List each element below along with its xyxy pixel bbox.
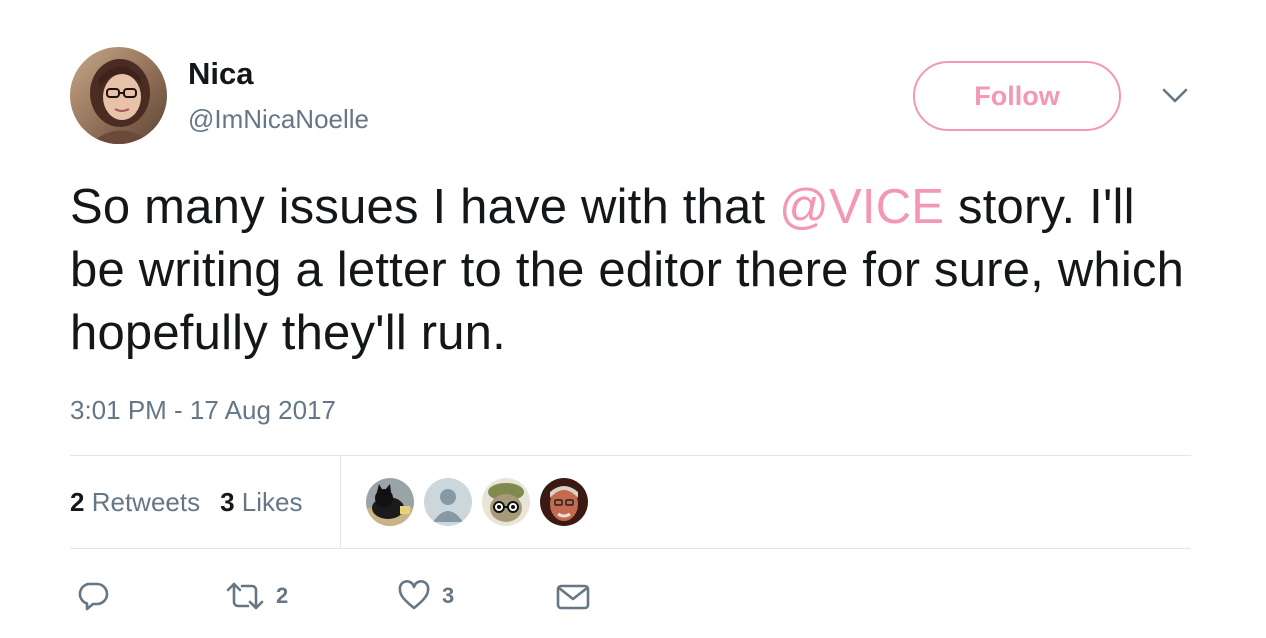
- retweet-count: 2: [276, 583, 289, 608]
- retweet-icon: [226, 582, 264, 610]
- avatar-photo-icon: [70, 47, 167, 144]
- direct-message-button[interactable]: [556, 578, 590, 614]
- liker-avatar[interactable]: [366, 478, 414, 526]
- tweet-stats: 2 Retweets 3 Likes: [70, 456, 323, 548]
- man-photo-icon: [540, 478, 588, 526]
- likes-count: 3: [220, 486, 235, 517]
- tweet-timestamp[interactable]: 3:01 PM - 17 Aug 2017: [70, 394, 336, 426]
- user-avatar[interactable]: [70, 47, 167, 144]
- follow-button[interactable]: Follow: [913, 61, 1121, 131]
- liker-avatar[interactable]: [424, 478, 472, 526]
- stats-vertical-divider: [340, 456, 341, 548]
- cat-with-glasses-icon: [482, 478, 530, 526]
- retweets-stat[interactable]: 2 Retweets: [70, 487, 200, 518]
- reply-icon: [78, 582, 109, 611]
- likers-avatars: [366, 478, 598, 526]
- retweets-count: 2: [70, 486, 85, 517]
- tweet-text: So many issues I have with that @VICE st…: [70, 176, 1200, 365]
- stats-bottom-divider: [70, 548, 1191, 549]
- display-name[interactable]: Nica: [188, 55, 253, 93]
- chevron-down-icon[interactable]: [1160, 84, 1190, 108]
- liker-avatar[interactable]: [540, 478, 588, 526]
- envelope-icon: [556, 584, 590, 610]
- likes-stat[interactable]: 3 Likes: [220, 487, 302, 518]
- like-button[interactable]: 3: [398, 578, 454, 614]
- liker-avatar[interactable]: [482, 478, 530, 526]
- retweets-label: Retweets: [91, 486, 201, 517]
- like-count: 3: [442, 583, 455, 608]
- likes-label: Likes: [241, 486, 303, 517]
- cat-photo-icon: [366, 478, 414, 526]
- user-handle[interactable]: @ImNicaNoelle: [188, 103, 369, 135]
- default-avatar-icon: [424, 478, 472, 526]
- heart-icon: [398, 580, 430, 610]
- tweet-card: Nica @ImNicaNoelle Follow So many issues…: [0, 0, 1266, 638]
- reply-button[interactable]: [78, 578, 110, 614]
- mention-link[interactable]: @VICE: [779, 180, 944, 234]
- retweet-button[interactable]: 2: [226, 578, 288, 614]
- tweet-text-before: So many issues I have with that: [70, 180, 780, 234]
